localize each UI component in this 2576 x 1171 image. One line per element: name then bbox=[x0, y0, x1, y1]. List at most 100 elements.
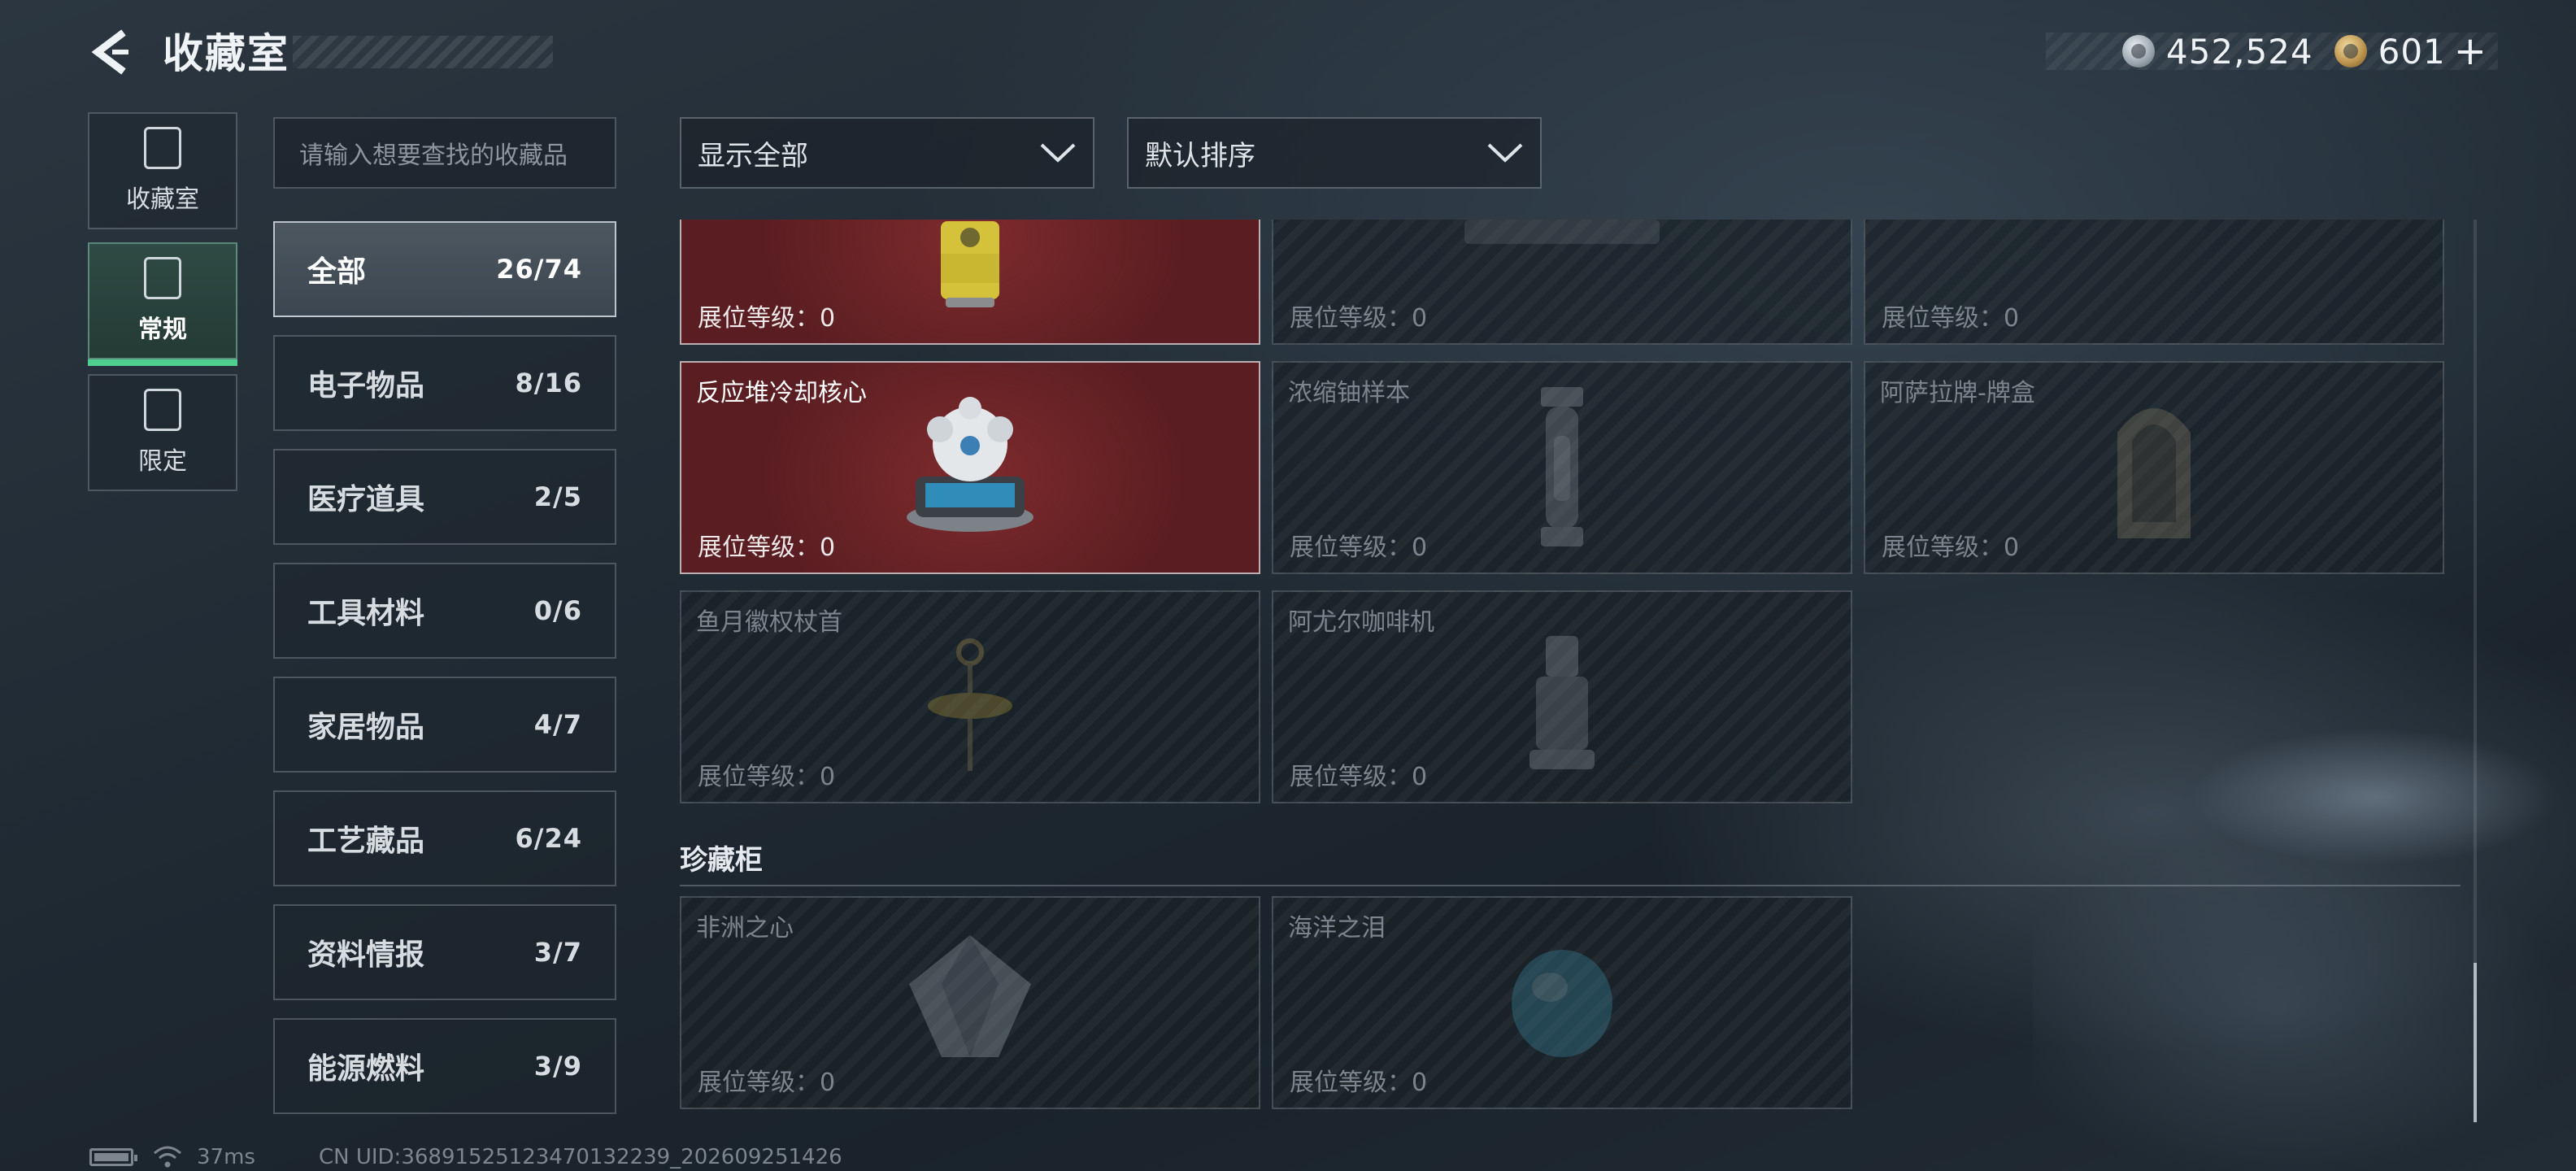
collection-card[interactable]: 展位等级：0 bbox=[1272, 220, 1852, 345]
booth-level-label: 展位等级： bbox=[1290, 304, 1412, 333]
display-filter-value: 显示全部 bbox=[698, 139, 808, 172]
collection-card-card-box[interactable]: 阿萨拉牌-牌盒 展位等级：0 bbox=[1864, 361, 2444, 574]
wifi-icon bbox=[154, 1146, 181, 1168]
rail-item-limited[interactable]: 限定 bbox=[88, 374, 237, 491]
cabinet-section-title: 珍藏柜 bbox=[680, 844, 763, 877]
category-count: 2/5 bbox=[533, 481, 582, 512]
category-label: 家居物品 bbox=[307, 711, 425, 744]
category-crafts[interactable]: 工艺藏品 6/24 bbox=[273, 790, 616, 886]
category-all[interactable]: 全部 26/74 bbox=[273, 221, 616, 317]
latency-text: 37ms bbox=[197, 1145, 255, 1169]
booth-level-value: 0 bbox=[2004, 304, 2020, 333]
title-stripe-decoration bbox=[293, 36, 553, 68]
category-count: 6/24 bbox=[515, 823, 582, 854]
category-label: 全部 bbox=[307, 255, 367, 289]
booth-level-value: 0 bbox=[1412, 304, 1428, 333]
rail-item-regular[interactable]: 常规 bbox=[88, 242, 237, 366]
category-count: 0/6 bbox=[533, 595, 582, 626]
gold-coin-icon bbox=[2334, 35, 2367, 67]
collection-card-reactor-core[interactable]: 反应堆冷却核心 展位等级：0 bbox=[680, 361, 1260, 574]
collection-room-icon bbox=[144, 127, 181, 169]
display-filter-dropdown[interactable]: 显示全部 bbox=[680, 117, 1094, 189]
booth-level: 展位等级：0 bbox=[698, 527, 835, 563]
diamond-icon bbox=[909, 935, 1031, 1057]
item-name: 鱼月徽权杖首 bbox=[696, 608, 842, 637]
coffee-machine-icon bbox=[1530, 636, 1595, 769]
booth-level: 展位等级：0 bbox=[1290, 756, 1427, 792]
silver-currency-value: 452,524 bbox=[2165, 31, 2313, 72]
plus-icon[interactable]: + bbox=[2454, 32, 2487, 71]
collection-grid: 展位等级：0 展位等级：0 展位等级：0 反应堆冷却核心 展位等级：0 浓缩铀样… bbox=[680, 220, 2464, 1122]
category-household[interactable]: 家居物品 4/7 bbox=[273, 677, 616, 773]
collection-card[interactable]: 展位等级：0 bbox=[1864, 220, 2444, 345]
booth-level: 展位等级：0 bbox=[1290, 298, 1427, 333]
booth-level-value: 0 bbox=[1412, 763, 1428, 791]
category-label: 工艺藏品 bbox=[307, 825, 425, 858]
rail-label: 收藏室 bbox=[126, 185, 199, 214]
collection-card-uranium-sample[interactable]: 浓缩铀样本 展位等级：0 bbox=[1272, 361, 1852, 574]
collection-card-heart-of-africa[interactable]: 非洲之心 展位等级：0 bbox=[680, 896, 1260, 1109]
booth-level-label: 展位等级： bbox=[698, 304, 820, 333]
category-count: 8/16 bbox=[515, 368, 582, 398]
booth-level-label: 展位等级： bbox=[1882, 533, 2004, 562]
regular-icon bbox=[144, 257, 181, 299]
category-energy[interactable]: 能源燃料 3/9 bbox=[273, 1018, 616, 1114]
rail-label: 限定 bbox=[138, 447, 187, 476]
sort-dropdown[interactable]: 默认排序 bbox=[1127, 117, 1542, 189]
booth-level-value: 0 bbox=[2004, 533, 2020, 562]
booth-level-value: 0 bbox=[1412, 1069, 1428, 1097]
category-label: 工具材料 bbox=[307, 597, 425, 630]
booth-level-value: 0 bbox=[820, 1069, 836, 1097]
booth-level: 展位等级：0 bbox=[698, 756, 835, 792]
category-tools[interactable]: 工具材料 0/6 bbox=[273, 563, 616, 659]
uid-text: CN UID:3689152512347013223​9_20260925142… bbox=[318, 1145, 842, 1169]
item-name: 浓缩铀样本 bbox=[1288, 379, 1410, 407]
booth-level-label: 展位等级： bbox=[1290, 1069, 1412, 1097]
item-name: 阿萨拉牌-牌盒 bbox=[1880, 379, 2035, 407]
sort-value: 默认排序 bbox=[1145, 139, 1255, 172]
category-count: 4/7 bbox=[533, 709, 582, 740]
card-box-icon bbox=[2117, 408, 2191, 538]
scrollbar-thumb[interactable] bbox=[2474, 963, 2477, 1122]
category-label: 医疗道具 bbox=[307, 483, 425, 516]
uranium-tube-icon bbox=[1541, 387, 1583, 546]
category-intel[interactable]: 资料情报 3/7 bbox=[273, 904, 616, 1000]
collection-screen: 收藏室 452,524 601 + 收藏室 常规 限定 请输入想要查找的收藏品 … bbox=[0, 0, 2576, 1171]
silver-coin-icon bbox=[2121, 35, 2155, 67]
currency-bar: 452,524 601 + bbox=[2046, 31, 2498, 72]
category-label: 能源燃料 bbox=[307, 1052, 425, 1086]
booth-level: 展位等级：0 bbox=[1290, 527, 1427, 563]
category-label: 资料情报 bbox=[307, 938, 425, 972]
gem-drop-icon bbox=[1512, 950, 1612, 1057]
booth-level: 展位等级：0 bbox=[1882, 527, 2019, 563]
booth-level-value: 0 bbox=[1412, 533, 1428, 562]
item-name: 阿尤尔咖啡机 bbox=[1288, 608, 1434, 637]
booth-level: 展位等级：0 bbox=[698, 1062, 835, 1098]
booth-level-value: 0 bbox=[820, 763, 836, 791]
battery-icon bbox=[89, 1148, 137, 1166]
booth-level-label: 展位等级： bbox=[698, 1069, 820, 1097]
booth-level-label: 展位等级： bbox=[1290, 763, 1412, 791]
collection-card[interactable]: 展位等级：0 bbox=[680, 220, 1260, 345]
collection-card-scepter-head[interactable]: 鱼月徽权杖首 展位等级：0 bbox=[680, 590, 1260, 803]
search-input[interactable]: 请输入想要查找的收藏品 bbox=[273, 117, 616, 189]
gold-currency-value: 601 bbox=[2378, 31, 2446, 72]
booth-level-label: 展位等级： bbox=[1882, 304, 2004, 333]
collection-card-tear-of-ocean[interactable]: 海洋之泪 展位等级：0 bbox=[1272, 896, 1852, 1109]
category-electronics[interactable]: 电子物品 8/16 bbox=[273, 335, 616, 431]
category-medical[interactable]: 医疗道具 2/5 bbox=[273, 449, 616, 545]
scepter-head-icon bbox=[928, 638, 1012, 771]
item-name: 非洲之心 bbox=[696, 914, 794, 942]
back-arrow-icon[interactable] bbox=[88, 28, 137, 76]
booth-level-label: 展位等级： bbox=[1290, 533, 1412, 562]
item-name: 反应堆冷却核心 bbox=[696, 379, 867, 407]
rail-label: 常规 bbox=[138, 316, 187, 344]
chevron-down-icon bbox=[1487, 143, 1523, 163]
booth-level-label: 展位等级： bbox=[698, 763, 820, 791]
rail-item-collection-room[interactable]: 收藏室 bbox=[88, 112, 237, 229]
reactor-core-icon bbox=[907, 397, 1033, 532]
limited-icon bbox=[144, 389, 181, 431]
category-count: 26/74 bbox=[496, 254, 582, 285]
category-count: 3/9 bbox=[533, 1051, 582, 1082]
collection-card-coffee-machine[interactable]: 阿尤尔咖啡机 展位等级：0 bbox=[1272, 590, 1852, 803]
